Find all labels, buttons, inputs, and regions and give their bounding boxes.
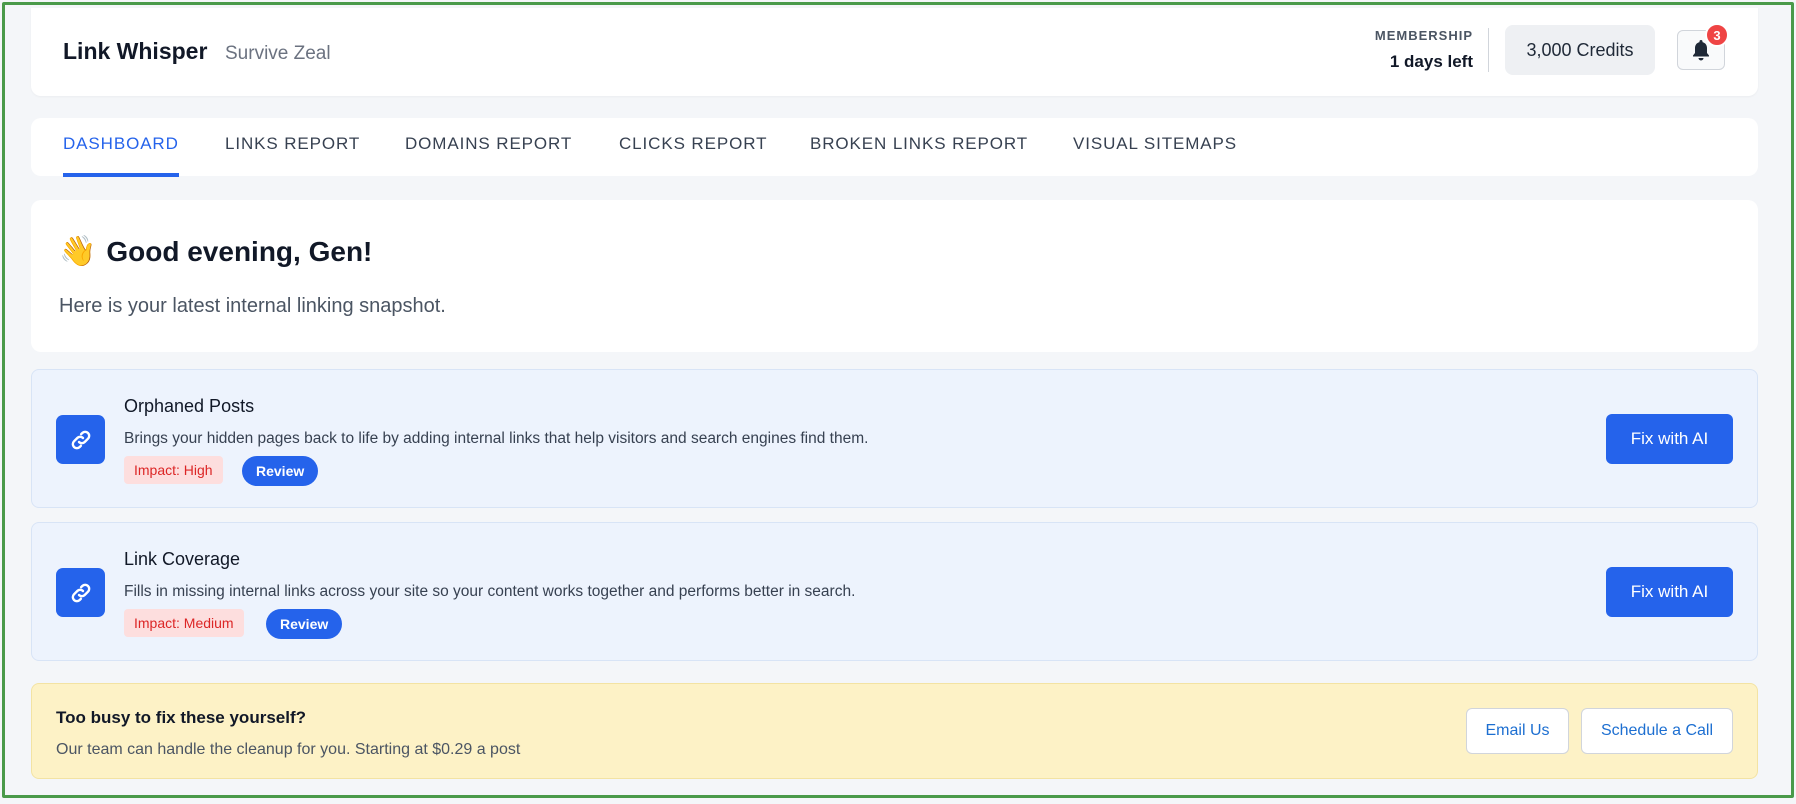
credits-button[interactable]: 3,000 Credits (1505, 25, 1655, 75)
report-tabs: DASHBOARD LINKS REPORT DOMAINS REPORT CL… (31, 118, 1758, 177)
task-title: Orphaned Posts (124, 396, 255, 416)
fix-with-ai-button[interactable]: Fix with AI (1606, 414, 1733, 464)
top-bar: Link Whisper Survive Zeal MEMBERSHIP 1 d… (31, 8, 1758, 96)
email-us-button[interactable]: Email Us (1466, 708, 1569, 754)
impact-badge: Impact: Medium (124, 609, 244, 637)
app-brand: Link Whisper (63, 38, 208, 64)
tab-links-report[interactable]: LINKS REPORT (225, 134, 360, 173)
task-description: Fills in missing internal links across y… (124, 583, 856, 600)
task-description: Brings your hidden pages back to life by… (124, 430, 869, 447)
membership-value: 1 days left (1389, 52, 1473, 71)
task-card-link-coverage: Link Coverage Fills in missing internal … (31, 522, 1758, 661)
membership-label: MEMBERSHIP (1374, 28, 1473, 43)
header-divider (1488, 28, 1489, 72)
fix-with-ai-button[interactable]: Fix with AI (1606, 567, 1733, 617)
waving-hand-icon: 👋 (59, 235, 97, 268)
impact-badge: Impact: High (124, 456, 223, 484)
review-button[interactable]: Review (242, 456, 319, 486)
task-card-orphaned-posts: Orphaned Posts Brings your hidden pages … (31, 369, 1758, 508)
tab-clicks-report[interactable]: CLICKS REPORT (619, 134, 767, 173)
tab-domains-report[interactable]: DOMAINS REPORT (405, 134, 572, 173)
link-icon (56, 568, 105, 617)
help-banner: Too busy to fix these yourself? Our team… (31, 683, 1758, 779)
site-name: Survive Zeal (225, 43, 331, 64)
review-button[interactable]: Review (266, 609, 343, 639)
help-subtitle: Our team can handle the cleanup for you.… (56, 741, 521, 758)
tab-visual-sitemaps[interactable]: VISUAL SITEMAPS (1073, 134, 1237, 173)
notification-count-badge: 3 (1705, 23, 1729, 47)
welcome-card: 👋 Good evening, Gen! Here is your latest… (31, 200, 1758, 352)
tab-dashboard[interactable]: DASHBOARD (63, 134, 179, 177)
help-title: Too busy to fix these yourself? (56, 708, 306, 727)
tab-broken-links-report[interactable]: BROKEN LINKS REPORT (810, 134, 1028, 173)
welcome-subtitle: Here is your latest internal linking sna… (59, 295, 446, 317)
greeting-heading: 👋 Good evening, Gen! (59, 234, 372, 269)
schedule-call-button[interactable]: Schedule a Call (1581, 708, 1733, 754)
link-icon (56, 415, 105, 464)
notifications-button[interactable]: 3 (1677, 23, 1729, 70)
membership-status: MEMBERSHIP 1 days left (1375, 28, 1473, 72)
greeting-text: Good evening, Gen! (106, 235, 373, 267)
task-title: Link Coverage (124, 549, 241, 569)
